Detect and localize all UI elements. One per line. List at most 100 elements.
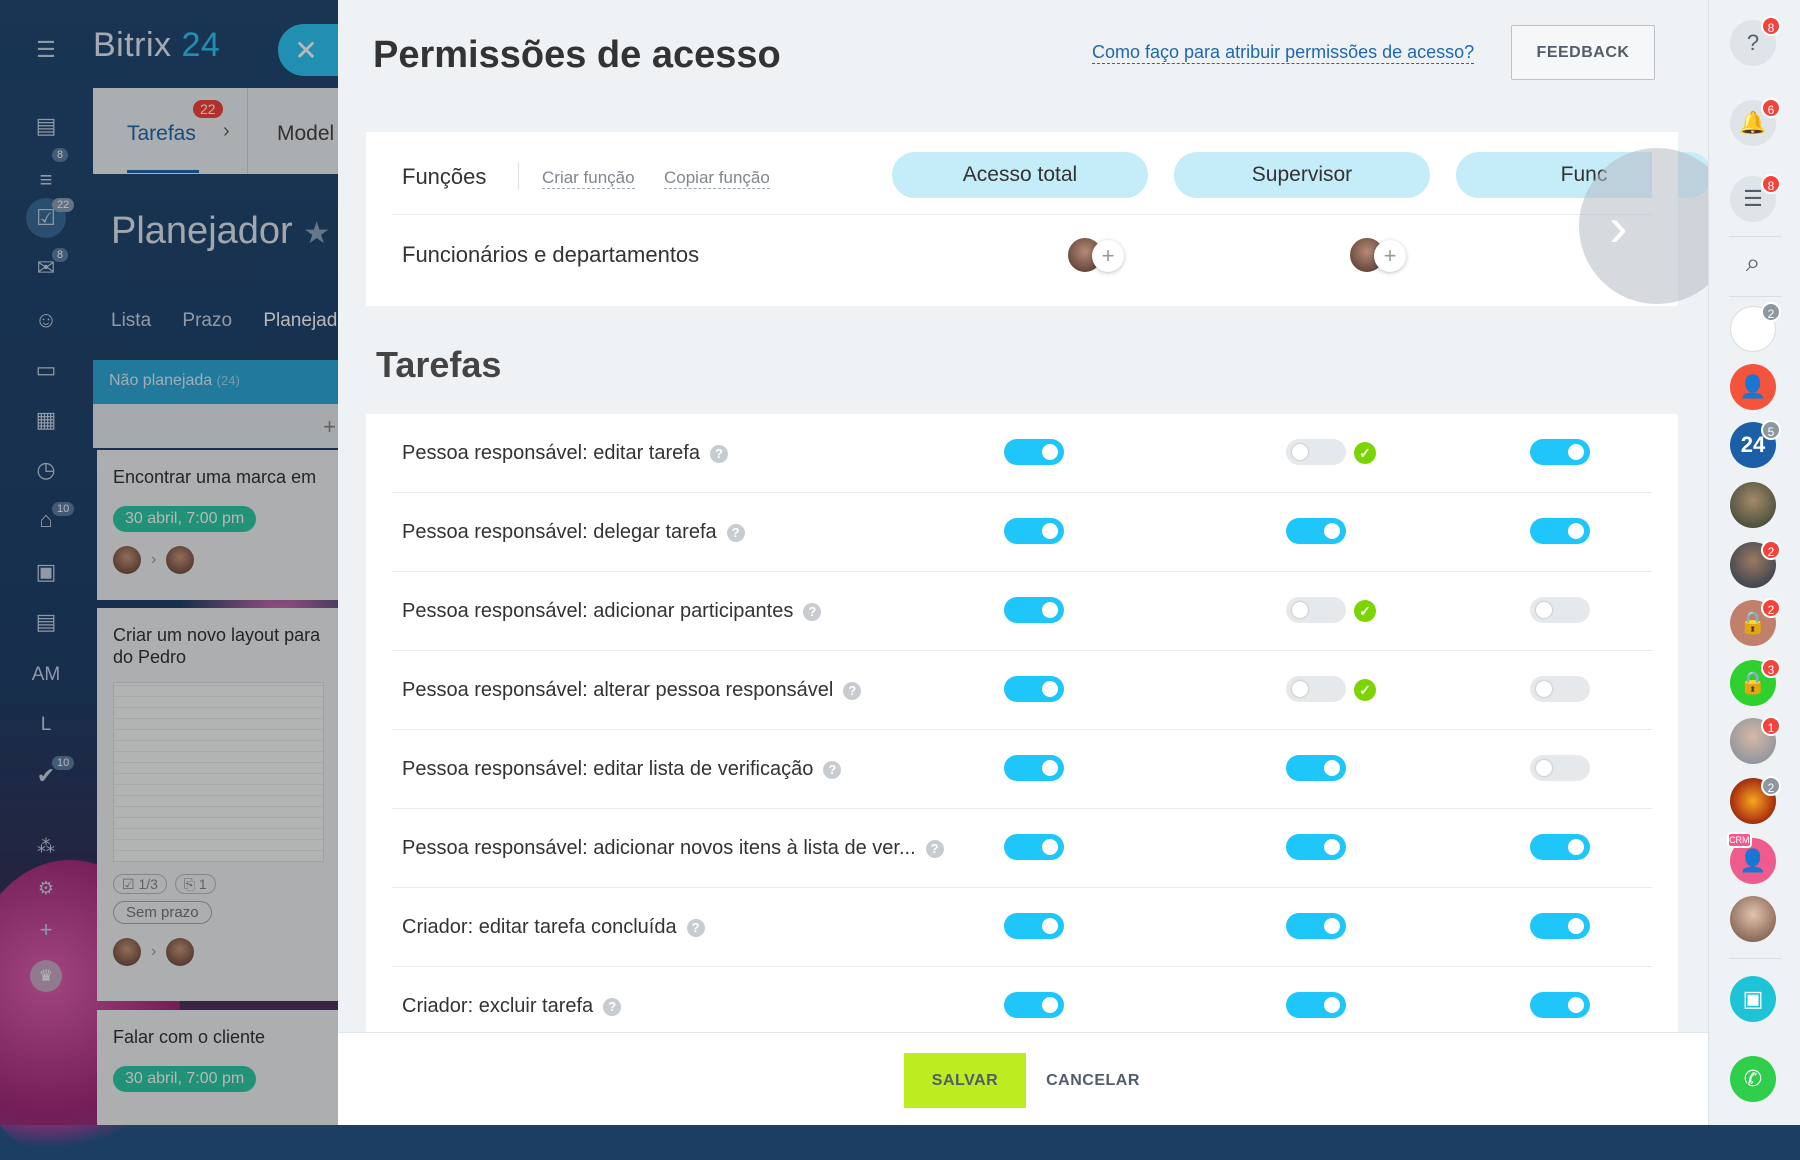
permission-toggle[interactable] bbox=[1530, 676, 1590, 702]
toggle-knob bbox=[1292, 602, 1308, 618]
avatar[interactable] bbox=[1730, 896, 1776, 942]
employees-label: Funcionários e departamentos bbox=[402, 242, 700, 267]
divider bbox=[1729, 236, 1781, 237]
check-icon: ✓ bbox=[1354, 679, 1376, 701]
chat-badge: 8 bbox=[1761, 174, 1781, 194]
divider bbox=[392, 214, 1652, 215]
permission-toggle[interactable] bbox=[1286, 676, 1346, 702]
permission-toggle[interactable] bbox=[1530, 597, 1590, 623]
toggle-knob bbox=[1324, 523, 1340, 539]
avatar-badge: 2 bbox=[1761, 540, 1781, 560]
check-icon: ✓ bbox=[1354, 442, 1376, 464]
toggle-knob bbox=[1324, 918, 1340, 934]
toggle-knob bbox=[1536, 602, 1552, 618]
permission-label-wrap: Pessoa responsável: alterar pessoa respo… bbox=[402, 679, 862, 702]
permission-toggle[interactable] bbox=[1530, 992, 1590, 1018]
help-question-icon[interactable]: ? bbox=[823, 760, 842, 779]
toggle-knob bbox=[1568, 918, 1584, 934]
permission-toggle[interactable] bbox=[1286, 913, 1346, 939]
table-clip bbox=[1652, 414, 1678, 1034]
permission-toggle[interactable] bbox=[1286, 834, 1346, 860]
permission-label-wrap: Pessoa responsável: adicionar participan… bbox=[402, 600, 822, 623]
permission-toggle[interactable] bbox=[1286, 439, 1346, 465]
divider bbox=[518, 162, 519, 190]
help-question-icon[interactable]: ? bbox=[803, 602, 822, 621]
toggle-knob bbox=[1042, 997, 1058, 1013]
avatar-badge: 1 bbox=[1761, 716, 1781, 736]
toggle-knob bbox=[1568, 523, 1584, 539]
permission-label: Pessoa responsável: editar lista de veri… bbox=[402, 758, 814, 780]
divider bbox=[1729, 296, 1781, 297]
permission-label: Pessoa responsável: adicionar participan… bbox=[402, 600, 794, 622]
toggle-knob bbox=[1042, 602, 1058, 618]
avatar-badge: 2 bbox=[1761, 302, 1781, 322]
cancel-button[interactable]: CANCELAR bbox=[1046, 1053, 1139, 1108]
lock-badge: 2 bbox=[1761, 598, 1781, 618]
save-button[interactable]: SALVAR bbox=[904, 1053, 1026, 1108]
permission-row: Pessoa responsável: alterar pessoa respo… bbox=[392, 651, 1652, 730]
permission-toggle[interactable] bbox=[1004, 755, 1064, 781]
toggle-knob bbox=[1568, 997, 1584, 1013]
role-full-access[interactable]: Acesso total bbox=[892, 152, 1148, 198]
toggle-knob bbox=[1324, 760, 1340, 776]
permission-toggle[interactable] bbox=[1286, 597, 1346, 623]
help-question-icon[interactable]: ? bbox=[686, 918, 705, 937]
copy-role-link[interactable]: Copiar função bbox=[664, 168, 770, 189]
permission-toggle[interactable] bbox=[1530, 834, 1590, 860]
permission-toggle[interactable] bbox=[1004, 518, 1064, 544]
dim-overlay[interactable] bbox=[0, 0, 338, 1125]
help-question-icon[interactable]: ? bbox=[709, 444, 728, 463]
permission-toggle[interactable] bbox=[1004, 439, 1064, 465]
avatar[interactable] bbox=[1730, 482, 1776, 528]
create-role-link[interactable]: Criar função bbox=[542, 168, 635, 189]
avatar-badge: 2 bbox=[1761, 776, 1781, 796]
user-icon[interactable]: 👤 bbox=[1730, 364, 1776, 410]
add-member-button[interactable]: + bbox=[1374, 240, 1406, 272]
permission-toggle[interactable] bbox=[1530, 913, 1590, 939]
permission-label: Criador: editar tarefa concluída bbox=[402, 916, 677, 938]
toggle-knob bbox=[1042, 839, 1058, 855]
permission-toggle[interactable] bbox=[1004, 597, 1064, 623]
permission-toggle[interactable] bbox=[1286, 518, 1346, 544]
toggle-knob bbox=[1536, 681, 1552, 697]
permission-toggle[interactable] bbox=[1530, 518, 1590, 544]
permission-label-wrap: Pessoa responsável: adicionar novos iten… bbox=[402, 837, 944, 860]
help-link[interactable]: Como faço para atribuir permissões de ac… bbox=[1092, 42, 1475, 64]
toggle-knob bbox=[1292, 444, 1308, 460]
footer-bar: SALVAR CANCELAR bbox=[338, 1032, 1708, 1125]
section-title: Tarefas bbox=[376, 344, 502, 385]
toggle-knob bbox=[1568, 444, 1584, 460]
crm-tag: CRM bbox=[1727, 832, 1752, 848]
permission-toggle[interactable] bbox=[1004, 676, 1064, 702]
phone-device-icon[interactable]: ▣ bbox=[1730, 976, 1776, 1022]
search-icon[interactable]: ⌕ bbox=[1730, 240, 1776, 286]
permission-toggle[interactable] bbox=[1004, 913, 1064, 939]
permission-toggle[interactable] bbox=[1004, 834, 1064, 860]
help-question-icon[interactable]: ? bbox=[925, 839, 944, 858]
feedback-button[interactable]: FEEDBACK bbox=[1511, 25, 1655, 80]
toggle-knob bbox=[1042, 444, 1058, 460]
toggle-knob bbox=[1568, 839, 1584, 855]
permission-toggle[interactable] bbox=[1004, 992, 1064, 1018]
add-member-button[interactable]: + bbox=[1092, 240, 1124, 272]
help-question-icon[interactable]: ? bbox=[726, 523, 745, 542]
permission-row: Criador: editar tarefa concluída? bbox=[392, 888, 1652, 967]
help-question-icon[interactable]: ? bbox=[843, 681, 862, 700]
permission-toggle[interactable] bbox=[1530, 755, 1590, 781]
permission-toggle[interactable] bbox=[1286, 992, 1346, 1018]
permission-label-wrap: Criador: excluir tarefa? bbox=[402, 995, 622, 1018]
right-rail: ? 8 🔔 6 ☰ 8 ⌕ 2 👤 24 5 2 🔒 2 🔒 3 1 2 👤 C… bbox=[1708, 0, 1800, 1125]
role-supervisor[interactable]: Supervisor bbox=[1174, 152, 1430, 198]
permission-toggle[interactable] bbox=[1286, 755, 1346, 781]
help-question-icon[interactable]: ? bbox=[603, 997, 622, 1016]
permission-row: Pessoa responsável: editar lista de veri… bbox=[392, 730, 1652, 809]
permission-label: Pessoa responsável: delegar tarefa bbox=[402, 521, 717, 543]
call-icon[interactable]: ✆ bbox=[1730, 1056, 1776, 1102]
permission-toggle[interactable] bbox=[1530, 439, 1590, 465]
page-title: Permissões de acesso bbox=[373, 34, 781, 76]
access-permissions-panel: Permissões de acesso Como faço para atri… bbox=[338, 0, 1735, 1125]
company-badge: 5 bbox=[1761, 420, 1781, 440]
toggle-knob bbox=[1042, 760, 1058, 776]
toggle-knob bbox=[1324, 839, 1340, 855]
help-badge: 8 bbox=[1761, 16, 1781, 36]
